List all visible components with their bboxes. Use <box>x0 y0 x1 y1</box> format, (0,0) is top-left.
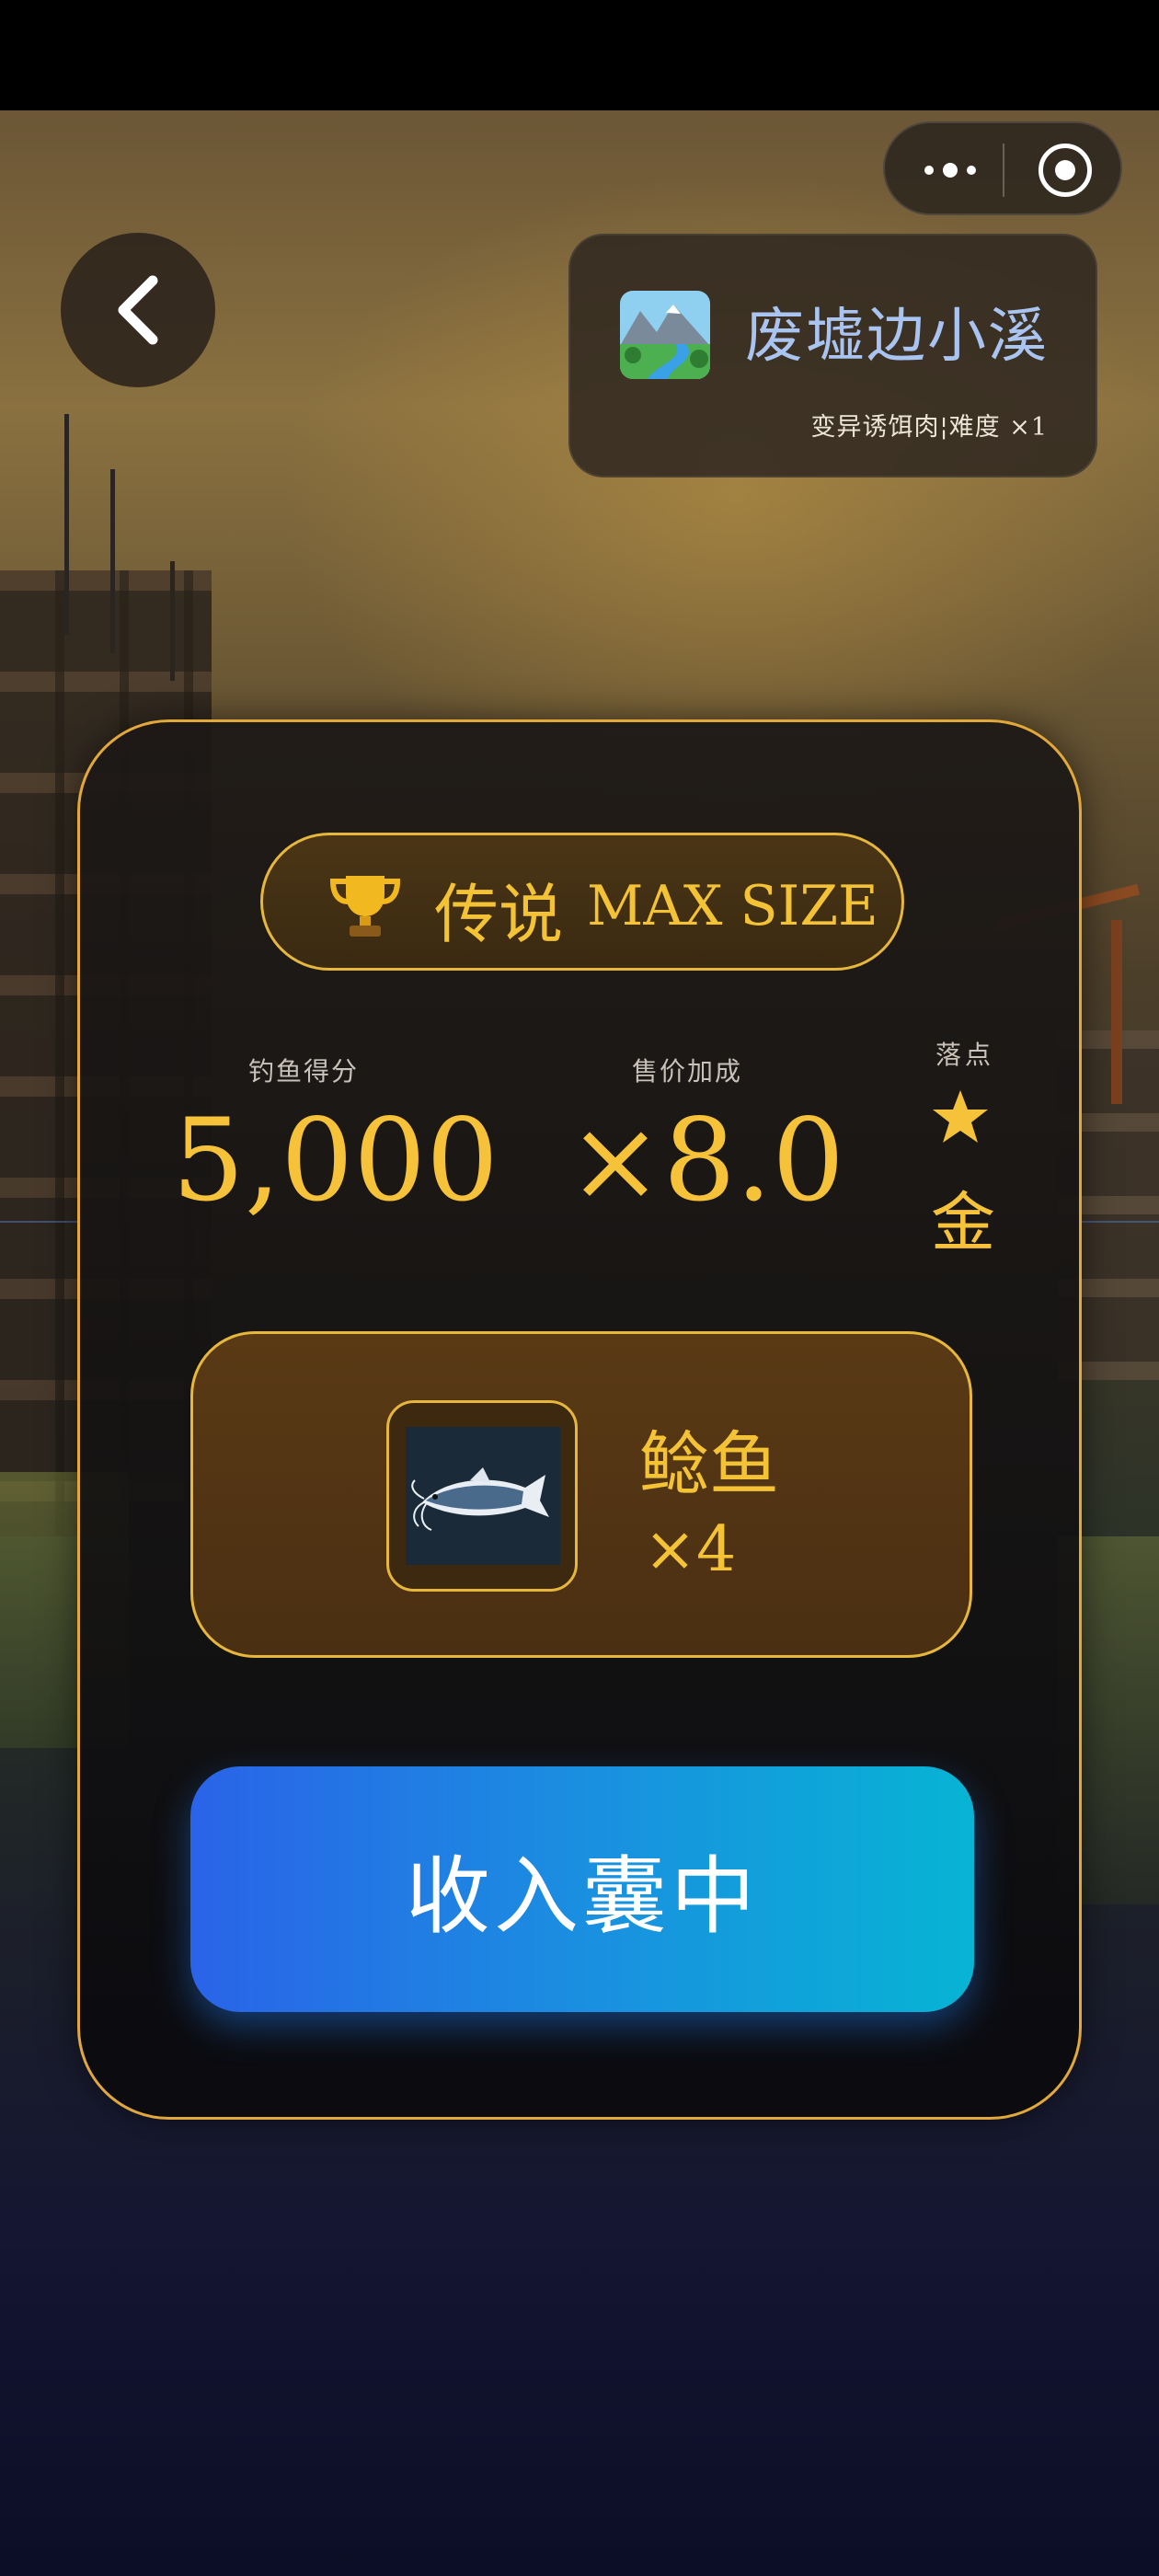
more-menu-icon[interactable] <box>917 152 991 189</box>
capsule-divider <box>1003 144 1004 197</box>
screen: 废墟边小溪 变异诱饵肉¦难度 ×1 传说 MAX SIZE 钓鱼得分 5,000… <box>0 0 1159 2576</box>
pole <box>64 414 69 635</box>
fish-thumbnail <box>386 1400 578 1592</box>
collect-button-label: 收入囊中 <box>405 1847 759 1946</box>
score-label: 钓鱼得分 <box>248 1056 360 1087</box>
location-title: 废墟边小溪 <box>745 303 1049 371</box>
size-label: MAX SIZE <box>587 874 878 938</box>
location-card: 废墟边小溪 变异诱饵肉¦难度 ×1 <box>568 234 1097 477</box>
location-subtitle: 变异诱饵肉¦难度 ×1 <box>810 413 1048 442</box>
horizon-line <box>1082 1221 1159 1223</box>
trophy-icon <box>329 876 401 937</box>
star-icon <box>933 1090 988 1143</box>
pole <box>170 561 175 681</box>
close-miniprogram-icon[interactable] <box>1039 144 1092 197</box>
chevron-left-icon <box>118 275 158 345</box>
rank-badge: 传说 MAX SIZE <box>260 833 904 971</box>
bonus-value: ×8.0 <box>568 1095 845 1227</box>
river-landscape-icon <box>620 291 710 379</box>
miniprogram-capsule <box>883 121 1122 215</box>
score-value: 5,000 <box>172 1095 499 1227</box>
fish-name: 鲶鱼 <box>639 1423 779 1505</box>
catch-result-card: 传说 MAX SIZE 钓鱼得分 5,000 售价加成 ×8.0 落点 金 鲶鱼… <box>77 719 1082 2120</box>
back-button[interactable] <box>61 233 215 387</box>
collect-button[interactable]: 收入囊中 <box>190 1766 974 2012</box>
catfish-icon <box>406 1427 560 1565</box>
pole <box>110 469 115 653</box>
landing-value: 金 <box>931 1185 995 1260</box>
bonus-label: 售价加成 <box>632 1056 743 1087</box>
landing-label: 落点 <box>935 1040 995 1070</box>
catch-panel: 鲶鱼 ×4 <box>190 1331 972 1658</box>
rank-label: 传说 <box>434 877 563 952</box>
horizon-line <box>0 1221 77 1223</box>
crane-mast <box>1111 920 1122 1104</box>
fish-count: ×4 <box>644 1513 737 1586</box>
